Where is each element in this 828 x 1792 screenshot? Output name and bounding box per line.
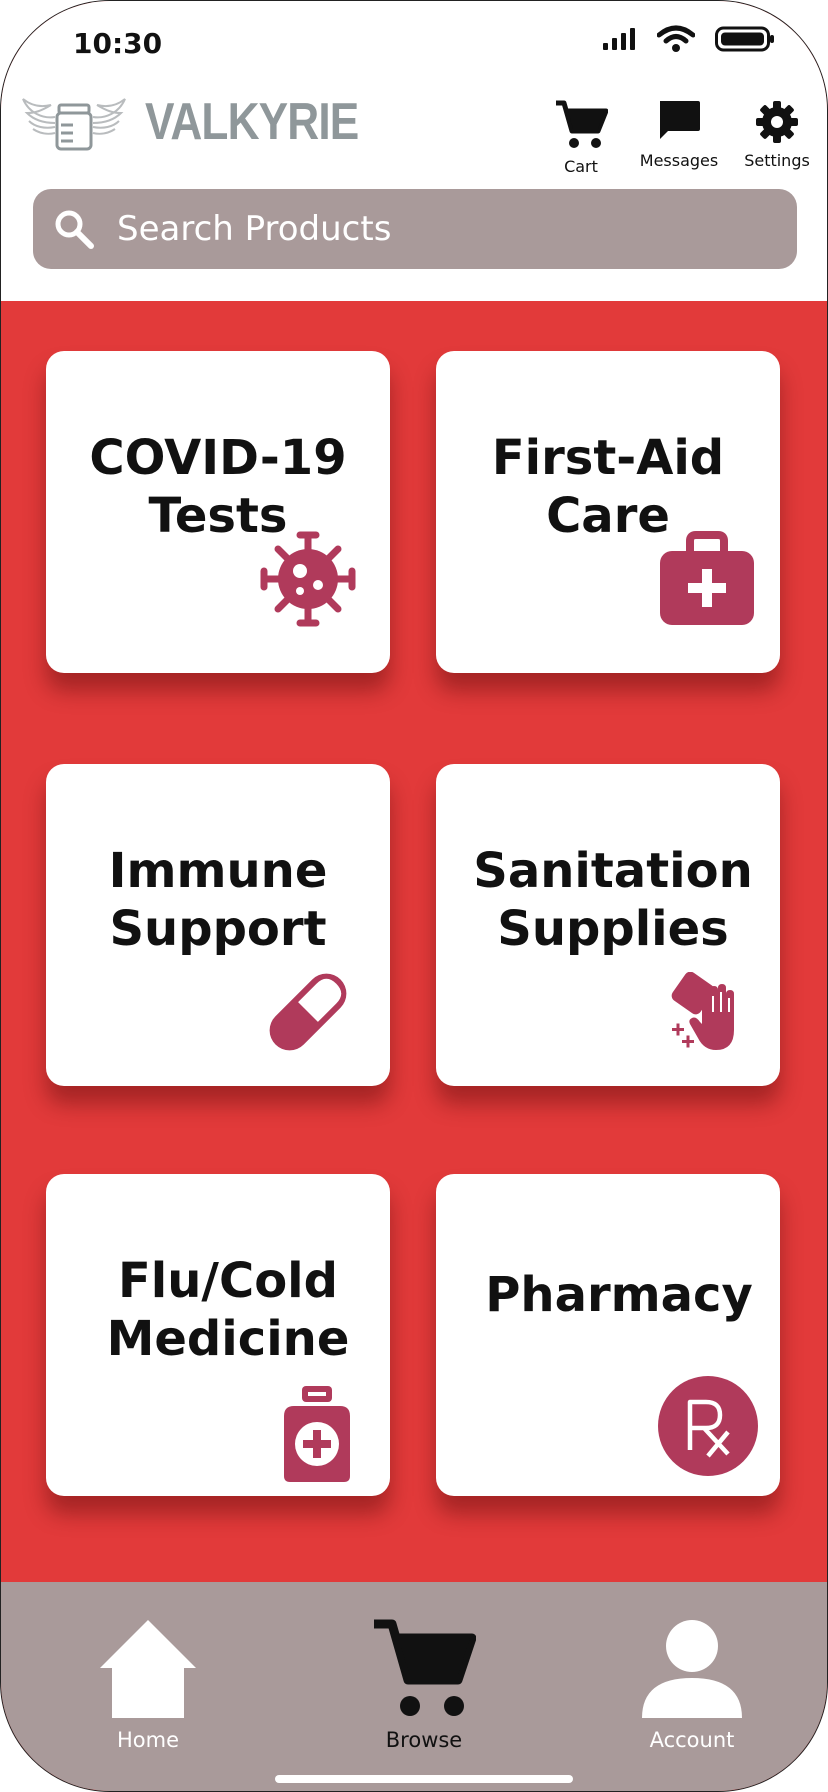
category-card-pharmacy[interactable]: Pharmacy (436, 1174, 780, 1496)
category-card-covid-tests[interactable]: COVID-19 Tests (46, 351, 390, 673)
card-title: Flu/Cold Medicine (66, 1252, 390, 1368)
card-title: COVID-19 Tests (46, 429, 390, 545)
nav-browse[interactable]: Browse (349, 1618, 499, 1752)
status-time: 10:30 (73, 27, 163, 60)
card-title-line: Supplies (497, 901, 729, 957)
card-title: First-Aid Care (436, 429, 780, 545)
cart-icon (556, 100, 609, 148)
category-card-sanitation-supplies[interactable]: Sanitation Supplies (436, 764, 780, 1086)
virus-icon (260, 531, 356, 627)
winged-jar-logo-icon (22, 98, 126, 151)
search-input[interactable] (115, 208, 759, 250)
messages-button[interactable]: Messages (639, 99, 719, 170)
category-card-first-aid[interactable]: First-Aid Care (436, 351, 780, 673)
search-icon (55, 210, 94, 249)
top-bar: 10:30 VALKYRIE Cart Messages Settings Se… (1, 1, 827, 301)
card-title-line: First-Aid (491, 430, 725, 486)
card-title-line: Support (109, 901, 327, 957)
card-title-line: Sanitation (473, 843, 753, 899)
category-card-flu-cold-medicine[interactable]: Flu/Cold Medicine (46, 1174, 390, 1496)
rx-icon (658, 1376, 758, 1476)
settings-label: Settings (744, 151, 810, 170)
pill-capsule-icon (269, 973, 347, 1051)
phone-frame: 10:30 VALKYRIE Cart Messages Settings Se… (0, 0, 828, 1792)
card-title: Sanitation Supplies (446, 842, 780, 958)
brand-logo[interactable]: VALKYRIE (21, 91, 396, 153)
card-title: Immune Support (46, 842, 390, 958)
cart-label: Cart (564, 157, 598, 176)
settings-button[interactable]: Settings (737, 99, 817, 170)
card-title-line: Flu/Cold (118, 1253, 338, 1309)
card-title-line: Pharmacy (485, 1267, 753, 1323)
first-aid-kit-icon (660, 531, 754, 625)
card-title-line: Medicine (106, 1311, 350, 1367)
card-title-line: COVID-19 (89, 430, 347, 486)
search-bar[interactable] (33, 189, 797, 269)
message-icon (660, 101, 700, 139)
signal-icon (603, 28, 635, 50)
messages-label: Messages (639, 151, 719, 170)
medicine-bottle-icon (284, 1386, 350, 1482)
card-title-line: Immune (108, 843, 328, 899)
nav-account[interactable]: Account (617, 1618, 767, 1752)
status-icons (603, 25, 775, 53)
gear-icon (756, 101, 798, 143)
nav-browse-label: Browse (385, 1728, 463, 1752)
home-icon (100, 1620, 196, 1718)
category-card-immune-support[interactable]: Immune Support (46, 764, 390, 1086)
cart-button[interactable]: Cart (541, 99, 621, 176)
nav-home[interactable]: Home (73, 1618, 223, 1752)
hand-sanitizer-icon (671, 972, 734, 1050)
home-indicator[interactable] (275, 1775, 573, 1783)
nav-home-label: Home (116, 1728, 179, 1752)
brand-name: VALKYRIE (145, 93, 359, 151)
cart-icon (374, 1619, 477, 1716)
bottom-navigation: Home Browse Account (1, 1582, 827, 1791)
battery-icon (715, 26, 774, 52)
card-title: Pharmacy (458, 1266, 780, 1324)
wifi-icon (657, 25, 695, 52)
user-icon (642, 1620, 742, 1718)
nav-account-label: Account (649, 1728, 735, 1752)
